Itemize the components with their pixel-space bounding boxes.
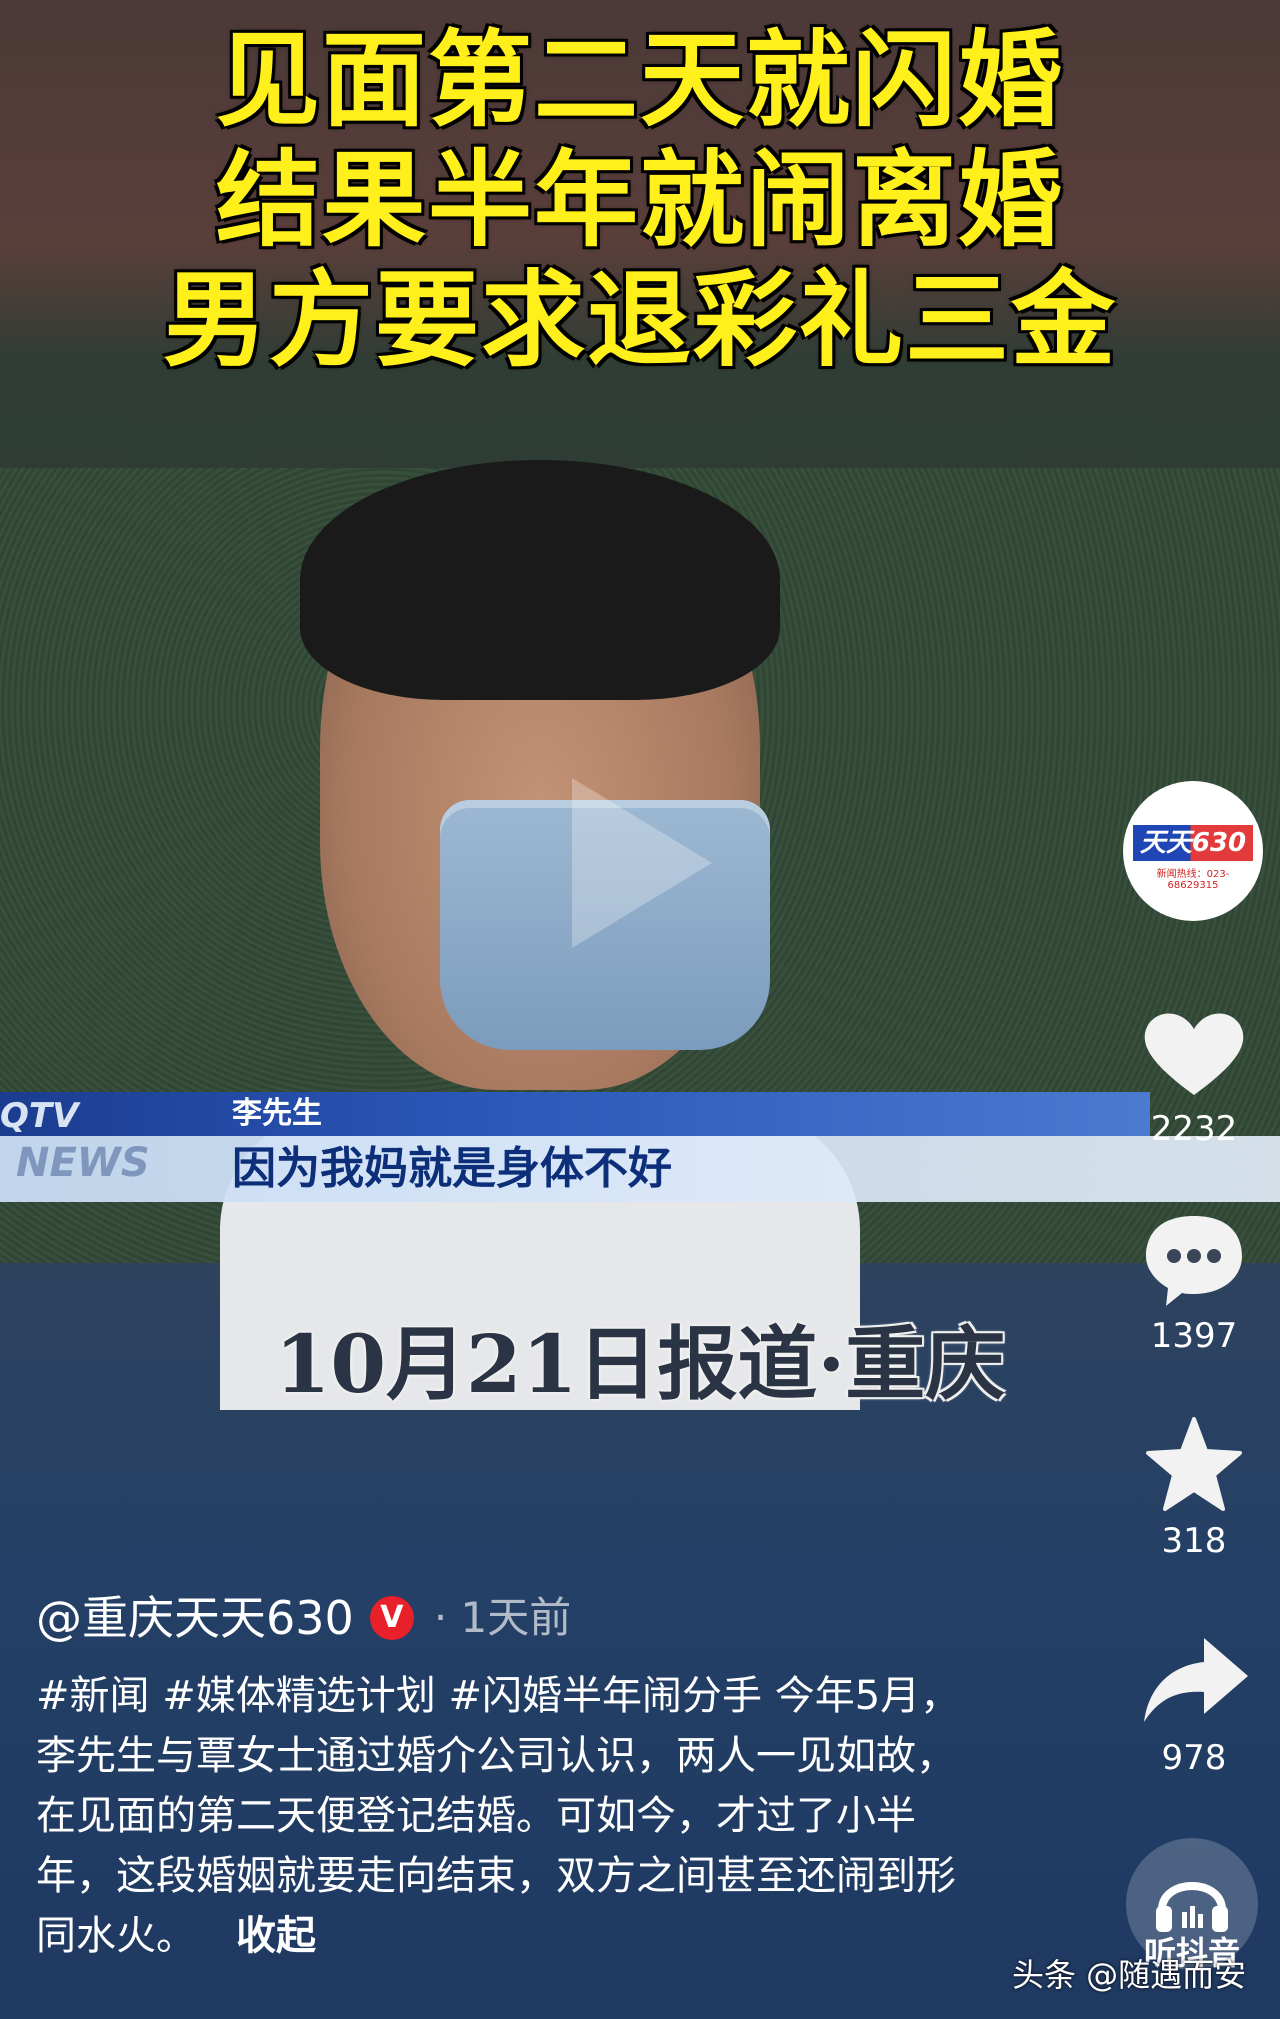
lower-third-top-bar — [0, 1092, 1150, 1136]
verified-badge-icon: V — [369, 1596, 414, 1640]
title-line-2: 结果半年就闹离婚 — [215, 139, 1064, 261]
title-line-1: 见面第二天就闪婚 — [215, 19, 1064, 141]
qtv-logo: QTV — [0, 1096, 79, 1136]
author-name[interactable]: @重庆天天630 — [36, 1588, 354, 1648]
post-time: · 1天前 — [433, 1593, 572, 1642]
favorite-count: 318 — [1161, 1521, 1227, 1561]
video-title-overlay: 见面第二天就闪婚 结果半年就闹离婚 男方要求退彩礼三金 — [0, 20, 1280, 380]
speaker-name: 李先生 — [232, 1096, 322, 1131]
comment-button[interactable]: 1397 — [1130, 1210, 1258, 1356]
avatar-logo: 天天630 — [1133, 825, 1253, 861]
author-row: @重庆天天630 V · 1天前 — [36, 1588, 1036, 1648]
like-button[interactable]: 2232 — [1130, 1003, 1258, 1149]
comment-count: 1397 — [1150, 1316, 1238, 1356]
news-logo: NEWS — [16, 1140, 150, 1186]
hair — [300, 460, 780, 700]
collapse-button[interactable]: 收起 — [236, 1913, 316, 1959]
share-count: 978 — [1161, 1738, 1227, 1778]
speaker-quote: 因为我妈就是身体不好 — [232, 1143, 672, 1194]
comment-icon — [1130, 1210, 1258, 1310]
description-text: #新闻 #媒体精选计划 #闪婚半年闹分手 今年5月，李先生与覃女士通过婚介公司认… — [36, 1673, 961, 1959]
news-lower-third: QTV NEWS 李先生 因为我妈就是身体不好 — [0, 1092, 1280, 1202]
post-description: #新闻 #媒体精选计划 #闪婚半年闹分手 今年5月，李先生与覃女士通过婚介公司认… — [36, 1666, 976, 1966]
author-avatar[interactable]: 天天630 新闻热线：023-68629315 — [1123, 781, 1263, 921]
star-icon — [1130, 1415, 1258, 1515]
heart-icon — [1130, 1003, 1258, 1103]
like-count: 2232 — [1150, 1109, 1238, 1149]
share-button[interactable]: 978 — [1130, 1632, 1258, 1778]
post-caption: @重庆天天630 V · 1天前 #新闻 #媒体精选计划 #闪婚半年闹分手 今年… — [36, 1588, 1036, 1966]
favorite-button[interactable]: 318 — [1130, 1415, 1258, 1561]
play-icon[interactable] — [572, 778, 712, 948]
report-date-location: 10月21日报道·重庆 — [274, 1317, 1006, 1411]
avatar-hotline: 新闻热线：023-68629315 — [1156, 869, 1230, 891]
source-watermark: 头条 @随遇而安 — [1012, 1956, 1247, 1994]
share-icon — [1130, 1632, 1258, 1732]
title-line-3: 男方要求退彩礼三金 — [162, 259, 1117, 381]
